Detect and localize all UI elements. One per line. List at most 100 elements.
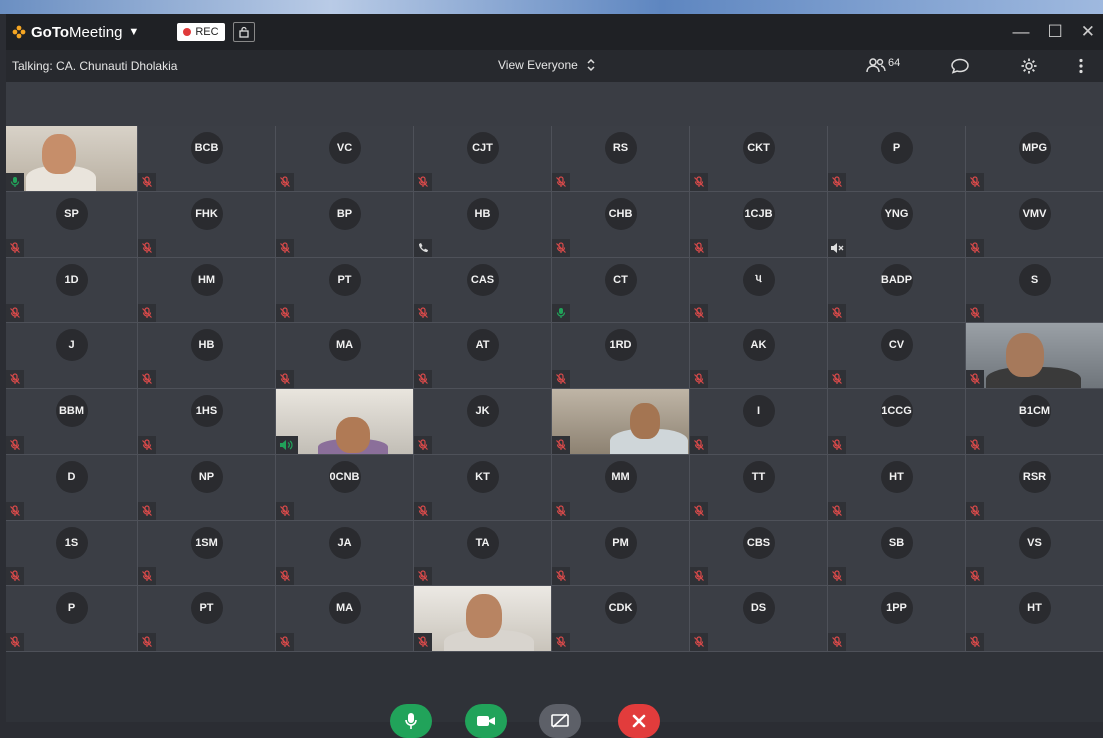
participant-tile[interactable]: I bbox=[690, 389, 828, 455]
participant-tile[interactable]: JK bbox=[414, 389, 552, 455]
participant-tile[interactable]: JA bbox=[276, 520, 414, 587]
mic-muted-icon bbox=[966, 633, 984, 651]
mic-muted-icon bbox=[6, 304, 24, 323]
participant-tile[interactable]: HB bbox=[414, 191, 552, 258]
person-face bbox=[630, 403, 660, 439]
mic-muted-icon bbox=[966, 501, 984, 520]
speaker-active-icon bbox=[276, 435, 298, 454]
participant-video bbox=[6, 126, 137, 191]
settings-button[interactable] bbox=[1020, 57, 1038, 78]
close-window-button[interactable]: ✕ bbox=[1081, 22, 1095, 42]
mic-muted-icon bbox=[828, 370, 846, 388]
participant-tile[interactable]: VS bbox=[966, 520, 1103, 587]
participant-tile[interactable]: CJT bbox=[414, 126, 552, 192]
participant-tile[interactable]: PM bbox=[552, 520, 690, 587]
participant-tile[interactable]: NP bbox=[138, 454, 276, 521]
participant-tile[interactable]: BADP bbox=[828, 257, 966, 324]
participant-tile[interactable]: RSR bbox=[966, 454, 1103, 521]
participant-tile[interactable]: MA bbox=[276, 586, 414, 652]
participant-tile[interactable]: TT bbox=[690, 454, 828, 521]
record-button[interactable]: REC bbox=[177, 23, 225, 41]
participant-tile[interactable]: S bbox=[966, 257, 1103, 324]
camera-button[interactable] bbox=[465, 704, 507, 738]
minimize-button[interactable]: — bbox=[1013, 22, 1030, 42]
leave-meeting-button[interactable] bbox=[618, 704, 660, 738]
participant-tile[interactable]: VMV bbox=[966, 191, 1103, 258]
participant-tile[interactable]: 1RD bbox=[552, 323, 690, 389]
participant-tile[interactable]: CKT bbox=[690, 126, 828, 192]
mic-muted-icon bbox=[966, 567, 984, 586]
app-menu[interactable]: GoTo Meeting ▼ bbox=[12, 24, 139, 41]
participant-tile[interactable]: 1PP bbox=[828, 586, 966, 652]
view-selector-label: View Everyone bbox=[498, 58, 578, 72]
participant-tile[interactable]: HM bbox=[138, 257, 276, 324]
participant-tile[interactable]: HT bbox=[828, 454, 966, 521]
participant-tile[interactable]: CT bbox=[552, 257, 690, 324]
participant-tile[interactable]: SB bbox=[828, 520, 966, 587]
participant-tile[interactable]: પ bbox=[690, 257, 828, 324]
participant-tile[interactable]: P bbox=[6, 586, 138, 652]
participant-initials: P bbox=[55, 592, 88, 625]
more-options-button[interactable] bbox=[1078, 58, 1084, 77]
participant-tile[interactable]: PT bbox=[138, 586, 276, 652]
mic-muted-icon bbox=[276, 370, 294, 388]
participant-tile[interactable]: CV bbox=[828, 323, 966, 389]
participant-tile[interactable]: TA bbox=[414, 520, 552, 587]
participant-tile[interactable]: HT bbox=[966, 586, 1103, 652]
participant-initials: KT bbox=[466, 460, 499, 493]
lock-button[interactable] bbox=[232, 22, 255, 42]
mic-muted-icon bbox=[966, 304, 984, 323]
participant-tile[interactable]: 1D bbox=[6, 257, 138, 324]
participant-tile[interactable] bbox=[552, 389, 690, 455]
participant-tile[interactable]: P bbox=[828, 126, 966, 192]
participant-tile[interactable]: YNG bbox=[828, 191, 966, 258]
participant-tile[interactable]: MM bbox=[552, 454, 690, 521]
participant-initials: BCB bbox=[190, 132, 223, 164]
participant-tile[interactable]: D bbox=[6, 454, 138, 521]
participant-tile[interactable]: CDK bbox=[552, 586, 690, 652]
mic-on-icon bbox=[552, 304, 570, 323]
participant-initials: BBM bbox=[55, 395, 88, 427]
participant-tile[interactable] bbox=[6, 126, 138, 192]
participant-initials: HM bbox=[190, 263, 223, 296]
people-icon bbox=[866, 58, 886, 73]
participant-tile[interactable]: 1CJB bbox=[690, 191, 828, 258]
microphone-button[interactable] bbox=[390, 704, 432, 738]
participant-tile[interactable]: DS bbox=[690, 586, 828, 652]
participant-tile[interactable] bbox=[966, 323, 1103, 389]
maximize-button[interactable]: ☐ bbox=[1048, 22, 1063, 42]
participant-tile[interactable]: RS bbox=[552, 126, 690, 192]
participant-tile[interactable]: 1HS bbox=[138, 389, 276, 455]
participant-initials: CV bbox=[880, 329, 913, 362]
participant-tile[interactable]: BCB bbox=[138, 126, 276, 192]
screen-share-button[interactable] bbox=[539, 704, 581, 738]
participant-tile[interactable]: AK bbox=[690, 323, 828, 389]
participant-tile[interactable]: 1S bbox=[6, 520, 138, 587]
participant-tile[interactable]: J bbox=[6, 323, 138, 389]
participant-tile[interactable]: SP bbox=[6, 191, 138, 258]
participant-tile[interactable]: MA bbox=[276, 323, 414, 389]
participant-tile[interactable]: B1CM bbox=[966, 389, 1103, 455]
participant-tile[interactable]: CAS bbox=[414, 257, 552, 324]
view-selector[interactable]: View Everyone bbox=[498, 58, 596, 72]
participant-tile[interactable]: 1SM bbox=[138, 520, 276, 587]
participant-tile[interactable] bbox=[276, 389, 414, 455]
participant-tile[interactable]: BBM bbox=[6, 389, 138, 455]
participant-tile[interactable]: CHB bbox=[552, 191, 690, 258]
participant-tile[interactable]: BP bbox=[276, 191, 414, 258]
participant-tile[interactable] bbox=[414, 586, 552, 652]
participant-tile[interactable]: 1CCG bbox=[828, 389, 966, 455]
participant-tile[interactable]: PT bbox=[276, 257, 414, 324]
mic-muted-icon bbox=[138, 435, 156, 454]
chat-button[interactable] bbox=[950, 58, 970, 77]
participant-tile[interactable]: MPG bbox=[966, 126, 1103, 192]
participant-tile[interactable]: FHK bbox=[138, 191, 276, 258]
participant-tile[interactable]: VC bbox=[276, 126, 414, 192]
participant-tile[interactable]: CBS bbox=[690, 520, 828, 587]
participants-button[interactable]: 64 bbox=[866, 57, 900, 73]
participant-tile[interactable]: AT bbox=[414, 323, 552, 389]
mic-muted-icon bbox=[552, 238, 570, 257]
participant-tile[interactable]: 0CNB bbox=[276, 454, 414, 521]
participant-tile[interactable]: KT bbox=[414, 454, 552, 521]
participant-tile[interactable]: HB bbox=[138, 323, 276, 389]
